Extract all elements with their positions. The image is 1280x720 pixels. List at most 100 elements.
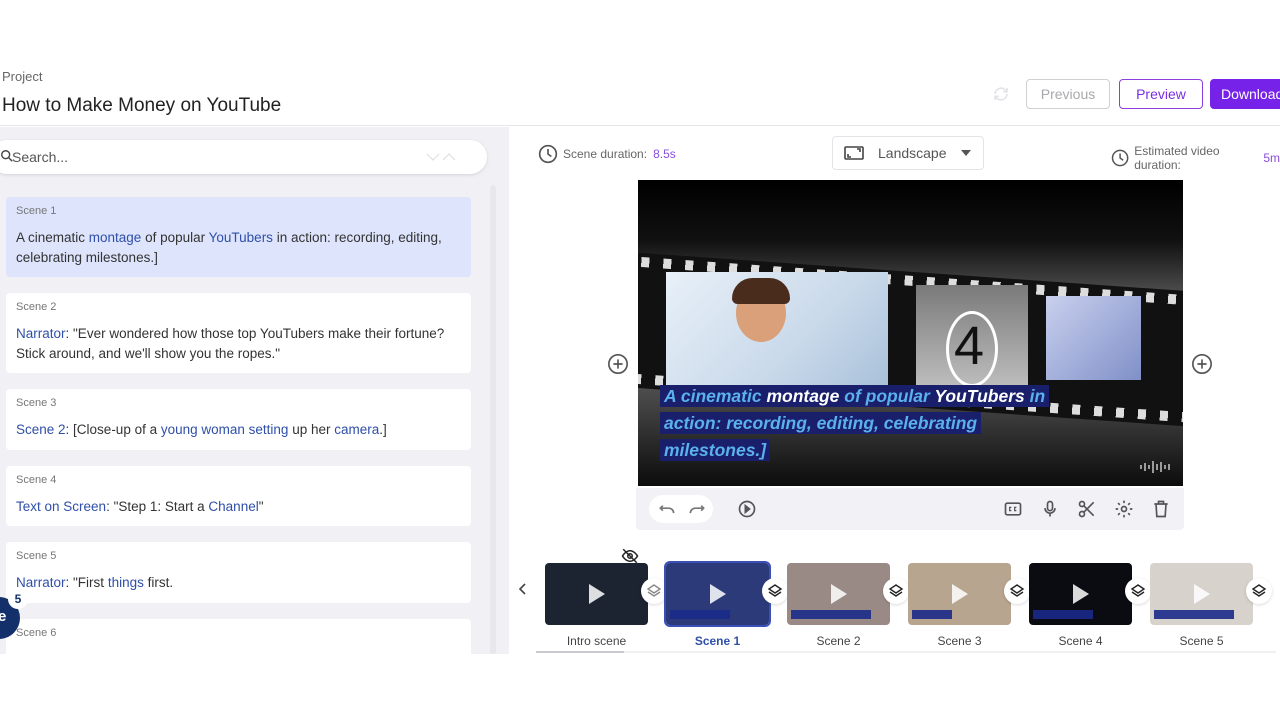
text-fragment: .] xyxy=(379,422,387,437)
scene-text[interactable]: Text on Screen: "Step 1: Start a Channel… xyxy=(16,497,461,517)
thumbnail-label[interactable]: Scene 3 xyxy=(908,634,1011,648)
refresh-icon[interactable] xyxy=(992,85,1010,103)
layers-icon xyxy=(1130,584,1146,597)
text-fragment: of popular xyxy=(141,230,209,245)
transition-layers-button[interactable] xyxy=(762,578,788,604)
settings-icon[interactable] xyxy=(1114,499,1134,519)
clock-icon xyxy=(1111,149,1129,167)
play-icon xyxy=(952,584,968,604)
scene-duration-label: Scene duration: xyxy=(563,147,648,161)
transition-layers-button[interactable] xyxy=(1125,578,1151,604)
project-title: How to Make Money on YouTube xyxy=(2,95,282,116)
play-icon[interactable] xyxy=(737,499,757,519)
scene-card[interactable]: Scene 6 xyxy=(6,618,471,655)
scene-text[interactable]: Narrator: "First things first. xyxy=(16,573,461,593)
captions-icon[interactable] xyxy=(1003,499,1023,519)
layers-icon xyxy=(1009,584,1025,597)
add-scene-before-icon[interactable] xyxy=(607,353,629,375)
badge-letter: e xyxy=(0,608,7,625)
thumbnail-label[interactable]: Scene 4 xyxy=(1029,634,1132,648)
transition-layers-button[interactable] xyxy=(1246,578,1272,604)
thumbnail-caption xyxy=(791,610,871,619)
keyword: Text on Screen xyxy=(16,498,107,514)
add-scene-after-icon[interactable] xyxy=(1191,353,1213,375)
caption-word: of popular xyxy=(839,386,935,406)
thumbnail-label[interactable]: Scene 2 xyxy=(787,634,890,648)
scissors-icon[interactable] xyxy=(1077,499,1097,519)
timeline-prev-icon[interactable] xyxy=(517,582,529,596)
video-preview[interactable]: 4 A cinematic montage of popular YouTube… xyxy=(638,180,1183,486)
search-nav-arrows-icon[interactable] xyxy=(426,152,456,162)
scene-label: Scene 3 xyxy=(16,397,57,409)
caption-word: in xyxy=(1024,386,1046,406)
text-fragment: : "Step 1: Start a xyxy=(106,498,209,514)
search-box xyxy=(0,140,487,174)
scene-card[interactable]: Scene 4 Text on Screen: "Step 1: Start a … xyxy=(6,465,471,526)
undo-icon[interactable] xyxy=(657,499,677,519)
scene-card[interactable]: Scene 2 Narrator: "Ever wondered how thos… xyxy=(6,293,471,373)
microphone-icon[interactable] xyxy=(1040,499,1060,519)
scene-thumbnail[interactable] xyxy=(545,563,648,625)
transition-layers-button[interactable] xyxy=(883,578,909,604)
scene-label: Scene 5 xyxy=(16,550,57,562)
landscape-icon xyxy=(844,146,864,160)
caption-word: action: recording, editing, celebrating xyxy=(664,413,978,433)
timeline-thumbnails: Intro scene Scene 1 Scene 2 Scene 3 Scene 4 S… xyxy=(545,561,1280,653)
transition-layers-button[interactable] xyxy=(641,578,667,604)
caption-word: YouTubers xyxy=(934,386,1025,406)
scene-thumbnail[interactable] xyxy=(1150,563,1253,625)
text-fragment: A cinematic xyxy=(16,230,89,245)
scene-text[interactable]: A cinematic montage of popular YouTubers… xyxy=(16,228,461,267)
thumbnail-label[interactable]: Scene 1 xyxy=(666,634,769,648)
transition-layers-button[interactable] xyxy=(1004,578,1030,604)
trash-icon[interactable] xyxy=(1151,499,1171,519)
scene-card[interactable]: Scene 3 Scene 2: [Close-up of a young wom… xyxy=(6,389,471,450)
scene-thumbnail[interactable] xyxy=(787,563,890,625)
scene-text[interactable] xyxy=(16,650,461,655)
scene-label: Scene 1 xyxy=(16,205,57,217)
caption-line: milestones.] xyxy=(660,439,771,461)
preview-button[interactable]: Preview xyxy=(1119,79,1203,109)
timeline-scrollbar[interactable] xyxy=(536,651,1276,653)
redo-icon[interactable] xyxy=(687,499,707,519)
download-button[interactable]: Download xyxy=(1210,79,1280,109)
scene-text[interactable]: Scene 2: [Close-up of a young woman sett… xyxy=(16,420,461,440)
keyword: YouTubers xyxy=(208,230,273,245)
scene-duration-value: 8.5s xyxy=(653,147,676,161)
orientation-dropdown[interactable]: Landscape xyxy=(832,136,984,170)
scene-list-scrollbar[interactable] xyxy=(490,185,496,654)
orientation-value: Landscape xyxy=(878,145,947,161)
audio-wave-icon xyxy=(1140,461,1170,473)
layers-icon xyxy=(1251,584,1267,597)
text-fragment: first. xyxy=(143,575,174,590)
scene-thumbnail[interactable] xyxy=(664,561,771,627)
previous-button[interactable]: Previous xyxy=(1026,79,1110,109)
play-icon xyxy=(710,584,726,604)
caption-word: A cinematic xyxy=(664,386,767,406)
film-frame-countdown: 4 xyxy=(916,285,1028,387)
video-caption: A cinematic montage of popular YouTubers… xyxy=(660,383,1060,464)
badge-count: 5 xyxy=(8,589,28,609)
scene-card[interactable]: Scene 1 A cinematic montage of popular Yo… xyxy=(6,197,471,277)
caption-word: montage xyxy=(766,386,840,406)
search-input[interactable] xyxy=(12,146,392,168)
scene-thumbnail[interactable] xyxy=(1029,563,1132,625)
scene-duration: Scene duration: 8.5s xyxy=(538,144,676,164)
film-frame-kid xyxy=(666,272,888,390)
text-fragment: : "Ever wondered how those top YouTubers… xyxy=(16,326,445,361)
scene-text[interactable]: Narrator: "Ever wondered how those top Y… xyxy=(16,324,461,363)
scene-thumbnail[interactable] xyxy=(908,563,1011,625)
thumbnail-label[interactable]: Intro scene xyxy=(545,634,648,648)
text-fragment: " xyxy=(258,498,264,514)
keyword: montage xyxy=(88,230,142,245)
thumbnail-label[interactable]: Scene 5 xyxy=(1150,634,1253,648)
play-icon xyxy=(589,584,605,604)
timeline-scrollbar-thumb[interactable] xyxy=(536,651,624,653)
layers-icon xyxy=(646,584,662,597)
eye-off-icon[interactable] xyxy=(621,548,639,564)
text-fragment: up her xyxy=(288,422,335,437)
scene-card[interactable]: Scene 5 Narrator: "First things first. xyxy=(6,542,471,603)
play-icon xyxy=(831,584,847,604)
caption-line: action: recording, editing, celebrating xyxy=(660,412,982,434)
play-icon xyxy=(1194,584,1210,604)
